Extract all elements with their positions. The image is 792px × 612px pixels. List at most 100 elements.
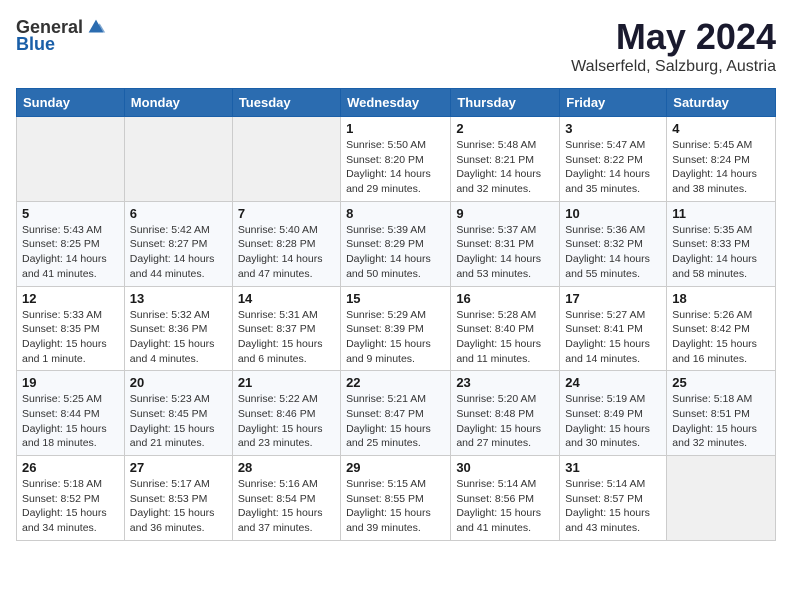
calendar-cell: 10 Sunrise: 5:36 AM Sunset: 8:32 PM Dayli… bbox=[560, 201, 667, 286]
day-number: 23 bbox=[456, 375, 554, 390]
day-number: 11 bbox=[672, 206, 770, 221]
day-info: Sunrise: 5:18 AM Sunset: 8:51 PM Dayligh… bbox=[672, 392, 770, 451]
day-info: Sunrise: 5:16 AM Sunset: 8:54 PM Dayligh… bbox=[238, 477, 335, 536]
calendar-cell: 17 Sunrise: 5:27 AM Sunset: 8:41 PM Dayli… bbox=[560, 286, 667, 371]
week-row-5: 26Sunrise: 5:18 AM Sunset: 8:52 PM Dayli… bbox=[17, 456, 776, 541]
day-info: Sunrise: 5:14 AM Sunset: 8:57 PM Dayligh… bbox=[565, 477, 661, 536]
day-number: 4 bbox=[672, 121, 770, 136]
day-number: 1 bbox=[346, 121, 445, 136]
day-info: Sunrise: 5:32 AM Sunset: 8:36 PM Dayligh… bbox=[130, 308, 227, 367]
calendar-cell: 18Sunrise: 5:26 AM Sunset: 8:42 PM Dayli… bbox=[667, 286, 776, 371]
day-info: Sunrise: 5:15 AM Sunset: 8:55 PM Dayligh… bbox=[346, 477, 445, 536]
day-number: 20 bbox=[130, 375, 227, 390]
calendar-cell: 5Sunrise: 5:43 AM Sunset: 8:25 PM Daylig… bbox=[17, 201, 125, 286]
day-info: Sunrise: 5:21 AM Sunset: 8:47 PM Dayligh… bbox=[346, 392, 445, 451]
calendar-cell bbox=[232, 117, 340, 202]
weekday-header-row: SundayMondayTuesdayWednesdayThursdayFrid… bbox=[17, 89, 776, 117]
calendar-location: Walserfeld, Salzburg, Austria bbox=[571, 58, 776, 76]
day-info: Sunrise: 5:27 AM Sunset: 8:41 PM Dayligh… bbox=[565, 308, 661, 367]
calendar-cell: 19 Sunrise: 5:25 AM Sunset: 8:44 PM Dayli… bbox=[17, 371, 125, 456]
calendar-cell: 3Sunrise: 5:47 AM Sunset: 8:22 PM Daylig… bbox=[560, 117, 667, 202]
day-info: Sunrise: 5:31 AM Sunset: 8:37 PM Dayligh… bbox=[238, 308, 335, 367]
calendar-cell: 31Sunrise: 5:14 AM Sunset: 8:57 PM Dayli… bbox=[560, 456, 667, 541]
day-info: Sunrise: 5:25 AM Sunset: 8:44 PM Dayligh… bbox=[22, 392, 119, 451]
day-info: Sunrise: 5:47 AM Sunset: 8:22 PM Dayligh… bbox=[565, 138, 661, 197]
calendar-cell: 1 Sunrise: 5:50 AM Sunset: 8:20 PM Daylig… bbox=[341, 117, 451, 202]
calendar-cell: 25 Sunrise: 5:18 AM Sunset: 8:51 PM Dayli… bbox=[667, 371, 776, 456]
day-number: 22 bbox=[346, 375, 445, 390]
day-info: Sunrise: 5:14 AM Sunset: 8:56 PM Dayligh… bbox=[456, 477, 554, 536]
day-number: 10 bbox=[565, 206, 661, 221]
week-row-2: 5Sunrise: 5:43 AM Sunset: 8:25 PM Daylig… bbox=[17, 201, 776, 286]
calendar-cell: 13 Sunrise: 5:32 AM Sunset: 8:36 PM Dayli… bbox=[124, 286, 232, 371]
day-info: Sunrise: 5:39 AM Sunset: 8:29 PM Dayligh… bbox=[346, 223, 445, 282]
day-info: Sunrise: 5:19 AM Sunset: 8:49 PM Dayligh… bbox=[565, 392, 661, 451]
calendar-cell: 15 Sunrise: 5:29 AM Sunset: 8:39 PM Dayli… bbox=[341, 286, 451, 371]
logo-icon bbox=[85, 16, 107, 38]
calendar-cell: 22 Sunrise: 5:21 AM Sunset: 8:47 PM Dayli… bbox=[341, 371, 451, 456]
title-block: May 2024 Walserfeld, Salzburg, Austria bbox=[571, 16, 776, 76]
day-number: 14 bbox=[238, 291, 335, 306]
day-info: Sunrise: 5:48 AM Sunset: 8:21 PM Dayligh… bbox=[456, 138, 554, 197]
calendar-cell bbox=[667, 456, 776, 541]
day-info: Sunrise: 5:43 AM Sunset: 8:25 PM Dayligh… bbox=[22, 223, 119, 282]
day-number: 27 bbox=[130, 460, 227, 475]
day-info: Sunrise: 5:37 AM Sunset: 8:31 PM Dayligh… bbox=[456, 223, 554, 282]
weekday-header-monday: Monday bbox=[124, 89, 232, 117]
day-info: Sunrise: 5:42 AM Sunset: 8:27 PM Dayligh… bbox=[130, 223, 227, 282]
calendar-cell: 2 Sunrise: 5:48 AM Sunset: 8:21 PM Daylig… bbox=[451, 117, 560, 202]
week-row-3: 12 Sunrise: 5:33 AM Sunset: 8:35 PM Dayli… bbox=[17, 286, 776, 371]
calendar-cell: 30 Sunrise: 5:14 AM Sunset: 8:56 PM Dayli… bbox=[451, 456, 560, 541]
day-number: 16 bbox=[456, 291, 554, 306]
weekday-header-wednesday: Wednesday bbox=[341, 89, 451, 117]
day-info: Sunrise: 5:50 AM Sunset: 8:20 PM Dayligh… bbox=[346, 138, 445, 197]
day-number: 15 bbox=[346, 291, 445, 306]
logo: General Blue bbox=[16, 16, 107, 55]
calendar-cell: 28 Sunrise: 5:16 AM Sunset: 8:54 PM Dayli… bbox=[232, 456, 340, 541]
weekday-header-saturday: Saturday bbox=[667, 89, 776, 117]
calendar-cell: 4 Sunrise: 5:45 AM Sunset: 8:24 PM Daylig… bbox=[667, 117, 776, 202]
day-info: Sunrise: 5:29 AM Sunset: 8:39 PM Dayligh… bbox=[346, 308, 445, 367]
calendar-cell: 23Sunrise: 5:20 AM Sunset: 8:48 PM Dayli… bbox=[451, 371, 560, 456]
weekday-header-thursday: Thursday bbox=[451, 89, 560, 117]
day-number: 2 bbox=[456, 121, 554, 136]
calendar-cell: 6Sunrise: 5:42 AM Sunset: 8:27 PM Daylig… bbox=[124, 201, 232, 286]
weekday-header-friday: Friday bbox=[560, 89, 667, 117]
calendar-cell bbox=[17, 117, 125, 202]
day-number: 19 bbox=[22, 375, 119, 390]
day-number: 28 bbox=[238, 460, 335, 475]
week-row-1: 1 Sunrise: 5:50 AM Sunset: 8:20 PM Daylig… bbox=[17, 117, 776, 202]
calendar-cell: 29 Sunrise: 5:15 AM Sunset: 8:55 PM Dayli… bbox=[341, 456, 451, 541]
calendar-cell: 16 Sunrise: 5:28 AM Sunset: 8:40 PM Dayli… bbox=[451, 286, 560, 371]
day-number: 21 bbox=[238, 375, 335, 390]
calendar-cell bbox=[124, 117, 232, 202]
calendar-table: SundayMondayTuesdayWednesdayThursdayFrid… bbox=[16, 88, 776, 541]
day-number: 12 bbox=[22, 291, 119, 306]
calendar-cell: 7Sunrise: 5:40 AM Sunset: 8:28 PM Daylig… bbox=[232, 201, 340, 286]
calendar-cell: 12 Sunrise: 5:33 AM Sunset: 8:35 PM Dayli… bbox=[17, 286, 125, 371]
calendar-title: May 2024 bbox=[571, 16, 776, 58]
day-number: 7 bbox=[238, 206, 335, 221]
day-number: 8 bbox=[346, 206, 445, 221]
day-number: 13 bbox=[130, 291, 227, 306]
day-info: Sunrise: 5:36 AM Sunset: 8:32 PM Dayligh… bbox=[565, 223, 661, 282]
page-header: General Blue May 2024 Walserfeld, Salzbu… bbox=[16, 16, 776, 76]
day-number: 17 bbox=[565, 291, 661, 306]
day-info: Sunrise: 5:23 AM Sunset: 8:45 PM Dayligh… bbox=[130, 392, 227, 451]
logo-blue: Blue bbox=[16, 34, 55, 55]
day-info: Sunrise: 5:17 AM Sunset: 8:53 PM Dayligh… bbox=[130, 477, 227, 536]
day-info: Sunrise: 5:33 AM Sunset: 8:35 PM Dayligh… bbox=[22, 308, 119, 367]
day-info: Sunrise: 5:35 AM Sunset: 8:33 PM Dayligh… bbox=[672, 223, 770, 282]
calendar-cell: 26Sunrise: 5:18 AM Sunset: 8:52 PM Dayli… bbox=[17, 456, 125, 541]
day-info: Sunrise: 5:18 AM Sunset: 8:52 PM Dayligh… bbox=[22, 477, 119, 536]
day-info: Sunrise: 5:45 AM Sunset: 8:24 PM Dayligh… bbox=[672, 138, 770, 197]
calendar-cell: 14 Sunrise: 5:31 AM Sunset: 8:37 PM Dayli… bbox=[232, 286, 340, 371]
day-number: 25 bbox=[672, 375, 770, 390]
day-number: 30 bbox=[456, 460, 554, 475]
calendar-cell: 24 Sunrise: 5:19 AM Sunset: 8:49 PM Dayli… bbox=[560, 371, 667, 456]
day-number: 29 bbox=[346, 460, 445, 475]
day-info: Sunrise: 5:28 AM Sunset: 8:40 PM Dayligh… bbox=[456, 308, 554, 367]
calendar-cell: 20 Sunrise: 5:23 AM Sunset: 8:45 PM Dayli… bbox=[124, 371, 232, 456]
day-number: 24 bbox=[565, 375, 661, 390]
calendar-cell: 8 Sunrise: 5:39 AM Sunset: 8:29 PM Daylig… bbox=[341, 201, 451, 286]
